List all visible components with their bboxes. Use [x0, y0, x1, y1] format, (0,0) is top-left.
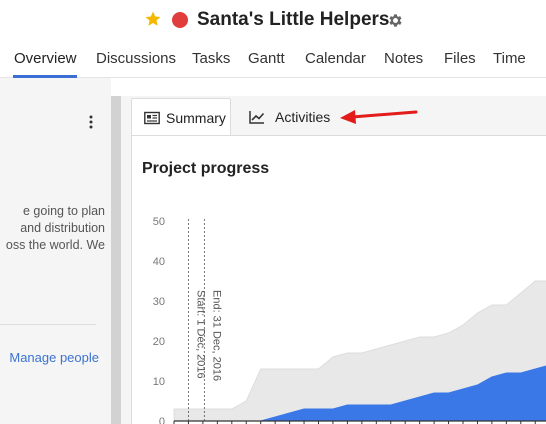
project-description-line: e going to plan	[22, 204, 105, 218]
project-title: Santa's Little Helpers	[197, 9, 390, 30]
tab-tasks[interactable]: Tasks	[192, 50, 230, 67]
tab-notes[interactable]: Notes	[384, 50, 423, 67]
project-description-line: and distribution	[20, 221, 105, 235]
project-description-line: oss the world. We	[5, 238, 105, 252]
panel-scrollbar[interactable]	[111, 96, 121, 424]
divider	[0, 324, 96, 325]
tab-summary[interactable]: Summary	[131, 98, 231, 136]
tab-calendar[interactable]: Calendar	[305, 50, 366, 67]
tab-gantt[interactable]: Gantt	[248, 50, 285, 67]
tab-overview[interactable]: Overview	[14, 50, 77, 67]
y-tick-label: 40	[153, 256, 165, 268]
y-tick-label: 30	[153, 296, 165, 308]
annotation-arrow-icon	[340, 110, 418, 124]
app-window: Santa's Little Helpers Overview Discussi…	[0, 0, 546, 424]
end-date-label: End: 31 Dec, 2016	[210, 290, 222, 381]
card-title: Project progress	[142, 160, 270, 177]
manage-people-link[interactable]: Manage people	[9, 350, 99, 365]
tab-discussions[interactable]: Discussions	[96, 50, 176, 67]
summary-content: Project progress 0 10 20 30 40 50 Start: 1 Dec…	[131, 135, 546, 424]
y-tick-label: 10	[153, 376, 165, 388]
tab-time[interactable]: Time	[493, 50, 526, 67]
y-tick-label: 50	[153, 216, 165, 228]
tab-summary-label: Summary	[166, 110, 226, 126]
main-area: Summary Activities Project progress 0 10 2…	[121, 96, 546, 424]
status-dot-icon[interactable]	[172, 12, 188, 28]
project-progress-chart: 01020304050Start: 1 Dec, 2016 End: 31 Dec…	[153, 216, 546, 424]
project-header: Santa's Little Helpers	[0, 0, 546, 42]
tab-files[interactable]: Files	[444, 50, 476, 67]
y-tick-label: 0	[159, 416, 165, 424]
star-icon[interactable]	[144, 10, 162, 28]
line-chart-icon	[249, 111, 265, 124]
summary-icon	[144, 111, 160, 125]
tab-activities-label: Activities	[275, 109, 331, 125]
project-nav: Overview Discussions Tasks Gantt Calenda…	[0, 44, 546, 78]
gear-icon[interactable]	[387, 12, 404, 29]
project-info-panel: e going to plan and distribution oss the…	[0, 78, 111, 424]
more-options-icon[interactable]	[88, 115, 94, 129]
y-tick-label: 20	[153, 336, 165, 348]
